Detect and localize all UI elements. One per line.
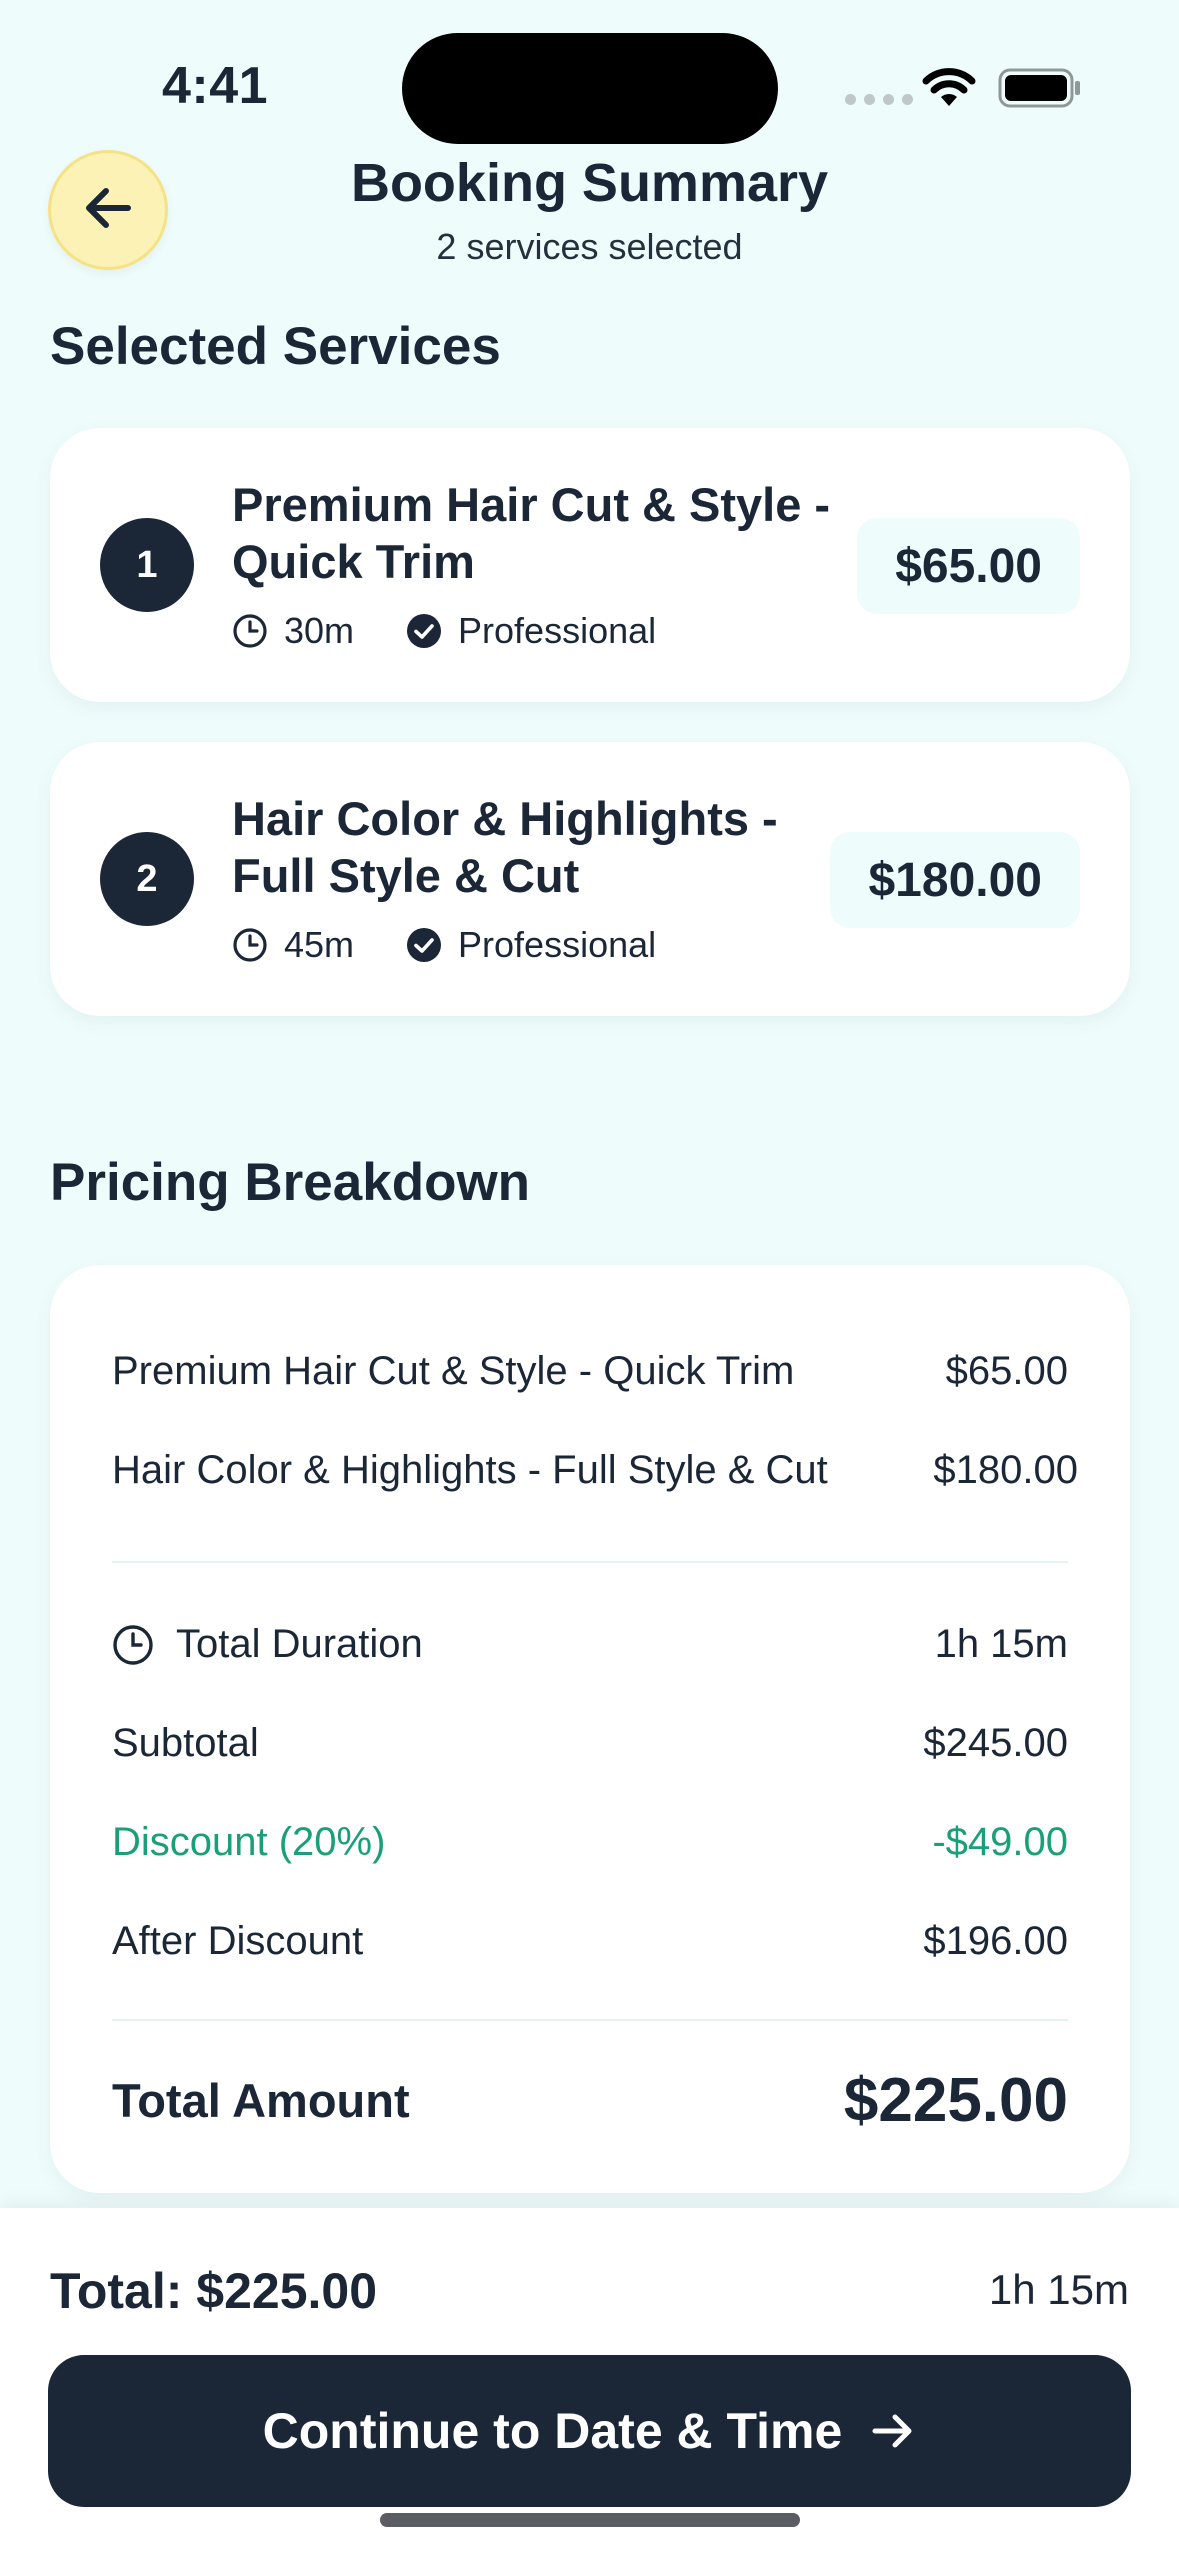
service-meta: 30m Professional	[232, 610, 656, 652]
service-number: 2	[100, 832, 194, 926]
continue-button[interactable]: Continue to Date & Time	[48, 2355, 1131, 2507]
battery-icon	[998, 68, 1082, 113]
bottom-duration: 1h 15m	[988, 2266, 1129, 2313]
status-time: 4:41	[162, 57, 269, 115]
after-discount-row: After Discount $196.00	[112, 1919, 1068, 1964]
pricing-line-value: $180.00	[933, 1448, 1078, 1492]
discount-row: Discount (20%) -$49.00	[112, 1820, 1068, 1865]
after-discount-label: After Discount	[112, 1919, 364, 1963]
selected-services-title: Selected Services	[50, 317, 501, 376]
total-amount-value: $225.00	[843, 2066, 1068, 2135]
service-duration: 30m	[284, 610, 355, 651]
pricing-line-value: $65.00	[945, 1349, 1068, 1393]
total-amount-row: Total Amount $225.00	[112, 2065, 1068, 2136]
continue-button-label: Continue to Date & Time	[262, 2403, 843, 2459]
arrow-right-icon	[870, 2408, 916, 2454]
pricing-line: Premium Hair Cut & Style - Quick Trim $6…	[112, 1349, 1068, 1394]
service-name: Hair Color & Highlights - Full Style & C…	[232, 792, 778, 902]
service-price: $180.00	[830, 832, 1080, 928]
service-card[interactable]: 1 Premium Hair Cut & Style - Quick Trim …	[50, 428, 1130, 702]
page-title: Booking Summary	[350, 153, 829, 213]
subtotal-value: $245.00	[923, 1721, 1068, 1765]
divider	[112, 1561, 1068, 1563]
total-duration-label: Total Duration	[176, 1622, 423, 1666]
pricing-line-label: Hair Color & Highlights - Full Style & C…	[112, 1448, 828, 1492]
service-duration: 45m	[284, 924, 355, 965]
clock-icon	[232, 613, 268, 649]
service-badge: Professional	[458, 924, 657, 965]
subtotal-row: Subtotal $245.00	[112, 1721, 1068, 1766]
total-amount-label: Total Amount	[112, 2074, 410, 2127]
service-card[interactable]: 2 Hair Color & Highlights - Full Style &…	[50, 742, 1130, 1016]
subtotal-label: Subtotal	[112, 1721, 259, 1765]
page-subtitle: 2 services selected	[436, 226, 743, 267]
clock-icon	[232, 927, 268, 963]
bottom-total: Total: $225.00	[50, 2263, 378, 2319]
divider	[112, 2019, 1068, 2021]
discount-value: -$49.00	[932, 1820, 1068, 1864]
clock-icon	[112, 1624, 154, 1666]
home-indicator	[380, 2513, 800, 2527]
check-circle-icon	[406, 613, 442, 649]
service-meta: 45m Professional	[232, 924, 656, 966]
check-circle-icon	[406, 927, 442, 963]
wifi-icon	[922, 66, 976, 113]
bottom-bar: Total: $225.00 1h 15m Continue to Date &…	[0, 2208, 1179, 2556]
dynamic-island	[402, 33, 778, 144]
after-discount-value: $196.00	[923, 1919, 1068, 1963]
pricing-breakdown-title: Pricing Breakdown	[50, 1153, 531, 1212]
total-duration-row: Total Duration 1h 15m	[112, 1622, 1068, 1667]
discount-label: Discount (20%)	[112, 1820, 386, 1864]
total-duration-value: 1h 15m	[934, 1622, 1068, 1666]
pricing-line-label: Premium Hair Cut & Style - Quick Trim	[112, 1349, 795, 1393]
service-price: $65.00	[857, 518, 1080, 614]
service-number: 1	[100, 518, 194, 612]
service-badge: Professional	[458, 610, 657, 651]
pricing-line: Hair Color & Highlights - Full Style & C…	[112, 1448, 1078, 1493]
cellular-signal-icon	[845, 94, 913, 105]
service-name: Premium Hair Cut & Style - Quick Trim	[232, 478, 831, 588]
pricing-card: Premium Hair Cut & Style - Quick Trim $6…	[50, 1265, 1130, 2193]
